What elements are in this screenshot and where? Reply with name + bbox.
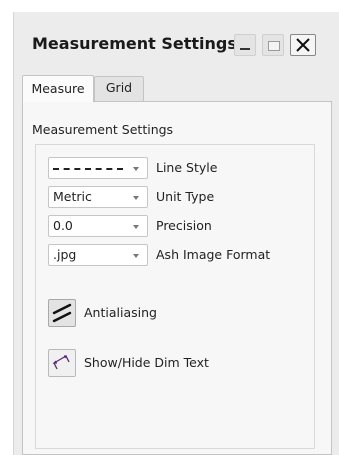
unit-type-label: Unit Type — [156, 189, 215, 204]
measurement-settings-window: Measurement Settings Measure Grid Measur… — [13, 12, 339, 455]
dashed-line-preview — [53, 168, 123, 170]
unit-type-value: Metric — [53, 189, 92, 204]
image-format-label: Ash Image Format — [156, 247, 271, 262]
tab-measure[interactable]: Measure — [22, 75, 94, 102]
unit-type-dropdown[interactable]: Metric — [48, 186, 148, 208]
antialiasing-icon — [52, 303, 72, 323]
precision-label: Precision — [156, 218, 212, 233]
image-format-value: .jpg — [53, 247, 77, 262]
measure-tab-panel: Measurement Settings Line Style Metric U… — [22, 101, 332, 455]
maximize-button[interactable] — [262, 34, 284, 56]
chevron-down-icon — [133, 254, 139, 258]
close-icon — [296, 38, 310, 52]
tab-grid[interactable]: Grid — [94, 76, 144, 101]
show-hide-dim-text-label: Show/Hide Dim Text — [84, 355, 209, 370]
close-button[interactable] — [290, 34, 316, 56]
minimize-button[interactable] — [234, 34, 256, 56]
settings-group: Line Style Metric Unit Type 0.0 Precisio… — [35, 144, 315, 449]
chevron-down-icon — [133, 167, 139, 171]
precision-dropdown[interactable]: 0.0 — [48, 215, 148, 237]
antialiasing-button[interactable] — [48, 299, 76, 327]
title-bar[interactable]: Measurement Settings — [14, 12, 339, 70]
line-style-dropdown[interactable] — [48, 157, 148, 179]
window-title: Measurement Settings — [32, 34, 237, 53]
chevron-down-icon — [133, 196, 139, 200]
dimension-text-icon — [52, 355, 70, 370]
precision-value: 0.0 — [53, 218, 73, 233]
line-style-label: Line Style — [156, 160, 218, 175]
show-hide-dim-text-button[interactable] — [48, 349, 76, 377]
image-format-dropdown[interactable]: .jpg — [48, 244, 148, 266]
chevron-down-icon — [133, 225, 139, 229]
section-label: Measurement Settings — [32, 122, 174, 137]
antialiasing-label: Antialiasing — [84, 305, 157, 320]
